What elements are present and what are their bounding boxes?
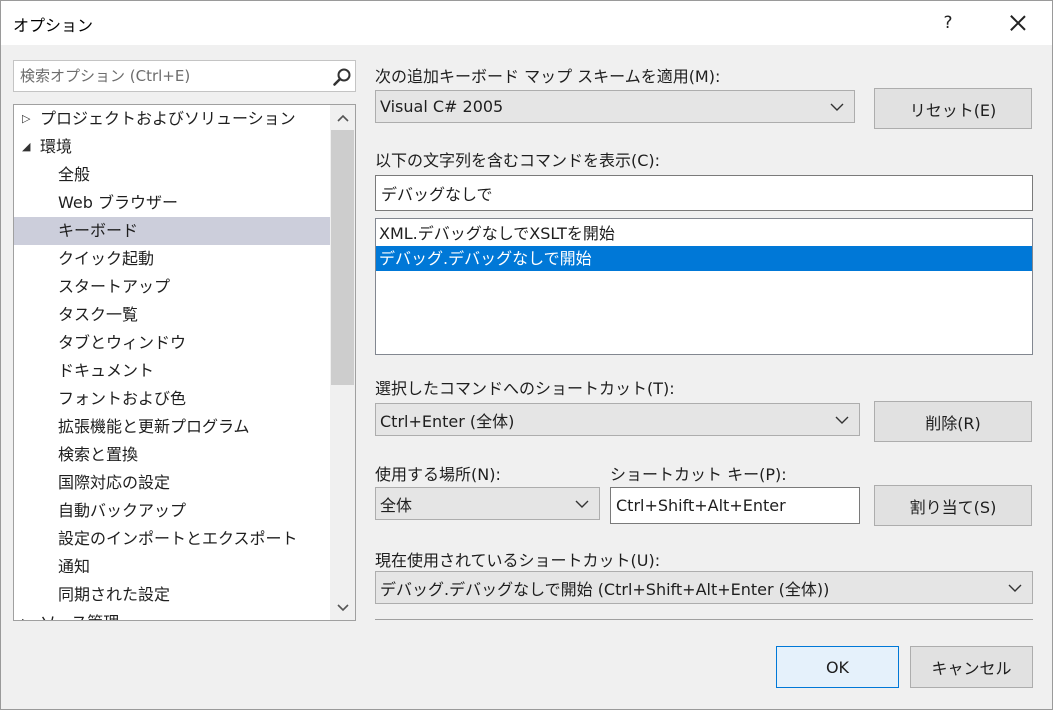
filter-value: デバッグなしで bbox=[381, 185, 493, 204]
list-item[interactable]: デバッグ.デバッグなしで開始 bbox=[376, 246, 1032, 271]
shortcut-key-value: Ctrl+Shift+Alt+Enter bbox=[616, 496, 786, 515]
remove-button[interactable]: 削除(R) bbox=[874, 401, 1032, 442]
tree-item-notifications[interactable]: 通知 bbox=[14, 553, 330, 581]
chevron-up-icon bbox=[336, 114, 349, 122]
chevron-down-icon bbox=[1008, 584, 1022, 592]
tree-item-label: 検索と置換 bbox=[58, 445, 139, 464]
selected-shortcut-value: Ctrl+Enter (全体) bbox=[380, 411, 515, 431]
reset-button[interactable]: リセット(E) bbox=[874, 88, 1032, 129]
expand-arrow-icon[interactable]: ▷ bbox=[22, 609, 30, 620]
tree-item-label: フォントおよび色 bbox=[58, 389, 187, 408]
mapping-scheme-value: Visual C# 2005 bbox=[380, 97, 504, 116]
tree-item-label: 拡張機能と更新プログラム bbox=[58, 417, 250, 436]
tree-item-extensions-updates[interactable]: 拡張機能と更新プログラム bbox=[14, 413, 330, 441]
options-dialog: オプション ? ▷ プロジェクトおよびソリューション ◢ 環境 全般 bbox=[0, 0, 1053, 710]
tree-scrollbar[interactable] bbox=[330, 105, 355, 620]
search-icon[interactable] bbox=[332, 67, 352, 87]
tree-item-task-list[interactable]: タスク一覧 bbox=[14, 301, 330, 329]
shortcut-key-label: ショートカット キー(P): bbox=[610, 465, 787, 484]
tree-item-synchronized-settings[interactable]: 同期された設定 bbox=[14, 581, 330, 609]
tree-item-label: タスク一覧 bbox=[58, 305, 139, 324]
chevron-down-icon bbox=[830, 103, 844, 111]
assign-button[interactable]: 割り当て(S) bbox=[874, 485, 1032, 526]
scroll-down-button[interactable] bbox=[330, 595, 355, 620]
window-title: オプション bbox=[13, 16, 94, 35]
filter-input[interactable]: デバッグなしで bbox=[375, 175, 1033, 211]
tree-item-label: 自動バックアップ bbox=[58, 501, 187, 520]
collapse-arrow-icon[interactable]: ◢ bbox=[22, 133, 30, 161]
selected-shortcut-label: 選択したコマンドへのショートカット(T): bbox=[375, 379, 675, 398]
tree-item-fonts-colors[interactable]: フォントおよび色 bbox=[14, 385, 330, 413]
tree-item-international-settings[interactable]: 国際対応の設定 bbox=[14, 469, 330, 497]
tree-item-import-export-settings[interactable]: 設定のインポートとエクスポート bbox=[14, 525, 330, 553]
tree-item-label: 同期された設定 bbox=[58, 585, 171, 604]
tree-item-label: 全般 bbox=[58, 165, 91, 184]
tree-item-quick-launch[interactable]: クイック起動 bbox=[14, 245, 330, 273]
tree-item-label: タブとウィンドウ bbox=[58, 333, 187, 352]
expand-arrow-icon[interactable]: ▷ bbox=[22, 105, 30, 133]
current-usage-label: 現在使用されているショートカット(U): bbox=[375, 551, 661, 570]
mapping-scheme-dropdown[interactable]: Visual C# 2005 bbox=[375, 90, 855, 123]
tree-item-label: 通知 bbox=[58, 557, 91, 576]
selected-shortcut-dropdown[interactable]: Ctrl+Enter (全体) bbox=[375, 403, 860, 436]
title-bar: オプション ? bbox=[1, 1, 1052, 45]
close-button[interactable] bbox=[995, 1, 1041, 45]
chevron-down-icon bbox=[336, 603, 349, 611]
tree-item-label: スタートアップ bbox=[58, 277, 171, 296]
tree-item-general[interactable]: 全般 bbox=[14, 161, 330, 189]
scope-label: 使用する場所(N): bbox=[375, 465, 501, 484]
tree-item-web-browser[interactable]: Web ブラウザー bbox=[14, 189, 330, 217]
tree-item-label: ソース管理 bbox=[40, 613, 119, 620]
mapping-scheme-label: 次の追加キーボード マップ スキームを適用(M): bbox=[375, 67, 721, 86]
cancel-button[interactable]: キャンセル bbox=[910, 646, 1033, 688]
help-button[interactable]: ? bbox=[925, 1, 971, 45]
ok-button[interactable]: OK bbox=[776, 646, 899, 688]
tree-item-label: Web ブラウザー bbox=[58, 193, 178, 212]
scroll-thumb[interactable] bbox=[331, 130, 354, 385]
current-usage-dropdown[interactable]: デバッグ.デバッグなしで開始 (Ctrl+Shift+Alt+Enter (全体… bbox=[375, 571, 1033, 604]
tree-item-label: 国際対応の設定 bbox=[58, 473, 171, 492]
scroll-up-button[interactable] bbox=[330, 105, 355, 130]
tree-item-source-control[interactable]: ▷ ソース管理 bbox=[14, 609, 330, 620]
scope-value: 全体 bbox=[380, 495, 413, 515]
tree-item-label: クイック起動 bbox=[58, 249, 155, 268]
chevron-down-icon bbox=[575, 500, 589, 508]
tree-item-projects-solutions[interactable]: ▷ プロジェクトおよびソリューション bbox=[14, 105, 330, 133]
search-input[interactable] bbox=[14, 61, 324, 91]
scope-dropdown[interactable]: 全体 bbox=[375, 487, 600, 520]
tree-item-label: 設定のインポートとエクスポート bbox=[58, 529, 298, 548]
command-list: XML.デバッグなしでXSLTを開始 デバッグ.デバッグなしで開始 bbox=[375, 218, 1033, 355]
tree-item-keyboard[interactable]: キーボード bbox=[14, 217, 330, 245]
tree-item-label: プロジェクトおよびソリューション bbox=[40, 109, 296, 128]
tree-item-documents[interactable]: ドキュメント bbox=[14, 357, 330, 385]
list-item[interactable]: XML.デバッグなしでXSLTを開始 bbox=[376, 221, 1032, 246]
chevron-down-icon bbox=[835, 416, 849, 424]
tree-item-tabs-windows[interactable]: タブとウィンドウ bbox=[14, 329, 330, 357]
tree-item-label: キーボード bbox=[58, 221, 139, 240]
close-icon bbox=[1010, 15, 1026, 31]
tree-item-autorecover[interactable]: 自動バックアップ bbox=[14, 497, 330, 525]
tree-item-find-replace[interactable]: 検索と置換 bbox=[14, 441, 330, 469]
filter-label: 以下の文字列を含むコマンドを表示(C): bbox=[375, 151, 661, 170]
shortcut-key-input[interactable]: Ctrl+Shift+Alt+Enter bbox=[610, 487, 860, 524]
help-icon: ? bbox=[943, 13, 953, 33]
tree-item-startup[interactable]: スタートアップ bbox=[14, 273, 330, 301]
current-usage-value: デバッグ.デバッグなしで開始 (Ctrl+Shift+Alt+Enter (全体… bbox=[380, 579, 830, 599]
search-box bbox=[13, 60, 356, 92]
options-tree: ▷ プロジェクトおよびソリューション ◢ 環境 全般 Web ブラウザー キーボ… bbox=[13, 104, 356, 621]
tree-item-label: ドキュメント bbox=[58, 361, 155, 380]
divider bbox=[375, 619, 1033, 620]
tree-item-label: 環境 bbox=[40, 137, 73, 156]
tree-item-environment[interactable]: ◢ 環境 bbox=[14, 133, 330, 161]
